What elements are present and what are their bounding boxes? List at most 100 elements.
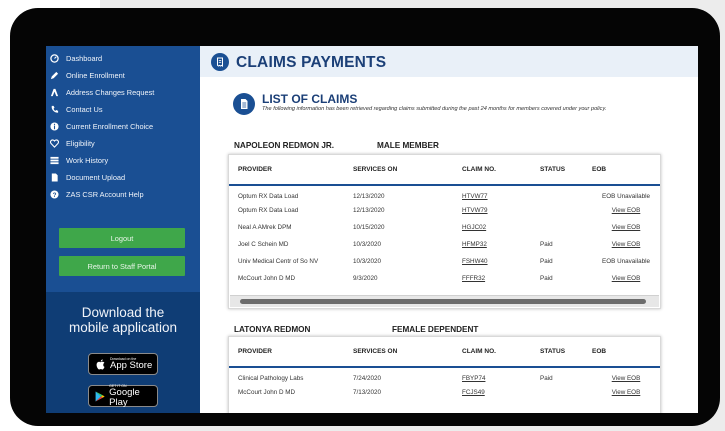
svg-text:?: ? — [52, 192, 56, 199]
column-header-claim-no: CLAIM NO. — [448, 337, 526, 368]
view-eob-link[interactable]: View EOB — [612, 375, 641, 382]
sidebar-item-label: Dashboard — [66, 54, 103, 63]
status-cell — [526, 219, 592, 236]
sidebar-item-dashboard[interactable]: Dashboard — [46, 50, 200, 67]
page-header: CLAIMS PAYMENTS — [200, 46, 698, 77]
column-header-eob: EOB — [592, 155, 660, 186]
claim-number-link[interactable]: FCJS49 — [462, 389, 485, 396]
device-screen: Dashboard Online Enrollment Address Chan… — [46, 46, 698, 413]
app-store-button[interactable]: Download on the App Store — [88, 353, 158, 375]
table-header-row: PROVIDER SERVICES ON CLAIM NO. STATUS EO… — [229, 155, 660, 186]
eob-cell: EOB Unavailable — [602, 192, 650, 200]
app-store-label: App Store — [110, 360, 153, 371]
sidebar-nav: Dashboard Online Enrollment Address Chan… — [46, 46, 200, 203]
device-frame: Dashboard Online Enrollment Address Chan… — [10, 8, 720, 426]
claims-payments-icon — [211, 53, 229, 71]
provider-cell: Clinical Pathology Labs — [238, 374, 304, 382]
sidebar-item-online-enrollment[interactable]: Online Enrollment — [46, 67, 200, 84]
sidebar-item-account-help[interactable]: ? ZAS CSR Account Help — [46, 186, 200, 203]
table-row: McCourt John D MD 7/13/2020 FCJS49 View … — [229, 384, 660, 401]
table-header-row: PROVIDER SERVICES ON CLAIM NO. STATUS EO… — [229, 337, 660, 368]
claim-number-link[interactable]: FBYP74 — [462, 375, 485, 382]
phone-icon — [49, 105, 59, 115]
sidebar-item-eligibility[interactable]: Eligibility — [46, 135, 200, 152]
list-of-claims-icon — [233, 93, 255, 115]
table-row: Optum RX Data Load 12/13/2020 HTVW79 Vie… — [229, 202, 660, 219]
column-header-claim-no: CLAIM NO. — [448, 155, 526, 186]
info-icon — [49, 122, 59, 132]
status-cell: Paid — [540, 258, 553, 265]
provider-cell: Univ Medical Centr of So NV — [238, 258, 319, 265]
column-header-provider: PROVIDER — [229, 155, 341, 186]
sidebar-item-current-enrollment[interactable]: Current Enrollment Choice — [46, 118, 200, 135]
horizontal-scrollbar[interactable] — [230, 295, 659, 307]
member-name: NAPOLEON REDMON JR. — [234, 141, 335, 150]
claim-number-link[interactable]: HTVW77 — [462, 193, 488, 200]
services-on-cell: 9/3/2020 — [353, 275, 378, 282]
view-eob-link[interactable]: View EOB — [612, 389, 641, 396]
sidebar-item-contact-us[interactable]: Contact Us — [46, 101, 200, 118]
download-app-title: Download the mobile application — [68, 305, 178, 335]
status-cell — [526, 185, 592, 202]
status-cell: Paid — [540, 241, 553, 248]
claim-number-link[interactable]: FSHW40 — [462, 258, 488, 265]
services-on-cell: 10/3/2020 — [353, 258, 382, 265]
heart-icon — [49, 139, 59, 149]
table-row: Clinical Pathology Labs 7/24/2020 FBYP74… — [229, 367, 660, 384]
provider-cell: Neal A AMrek DPM — [238, 224, 292, 231]
address-icon — [49, 88, 59, 98]
view-eob-link[interactable]: View EOB — [612, 224, 641, 231]
claim-number-link[interactable]: HFMP32 — [462, 241, 487, 248]
sidebar-item-document-upload[interactable]: Document Upload — [46, 169, 200, 186]
column-header-status: STATUS — [526, 337, 592, 368]
status-cell — [526, 202, 592, 219]
main-content: CLAIMS PAYMENTS LIST OF CLAIMS The follo… — [200, 46, 698, 413]
provider-cell: Optum RX Data Load — [238, 207, 299, 214]
pencil-icon — [49, 71, 59, 81]
provider-cell: McCourt John D MD — [238, 389, 296, 396]
claim-number-link[interactable]: HTVW79 — [462, 207, 488, 214]
view-eob-link[interactable]: View EOB — [612, 241, 641, 248]
status-cell: Paid — [540, 374, 553, 382]
sidebar-item-label: Online Enrollment — [66, 71, 125, 80]
member-type: MALE MEMBER — [377, 141, 439, 150]
claims-table: PROVIDER SERVICES ON CLAIM NO. STATUS EO… — [229, 155, 660, 287]
dashboard-icon — [49, 54, 59, 64]
table-row: Joel C Schein MD 10/3/2020 HFMP32 Paid V… — [229, 236, 660, 253]
sidebar-item-label: Document Upload — [66, 173, 126, 182]
view-eob-link[interactable]: View EOB — [612, 275, 641, 282]
sidebar-item-label: Work History — [66, 156, 109, 165]
list-of-claims-title: LIST OF CLAIMS — [262, 92, 358, 106]
claim-number-link[interactable]: HGJC02 — [462, 224, 486, 231]
services-on-cell: 12/13/2020 — [353, 192, 385, 200]
return-to-staff-portal-button[interactable]: Return to Staff Portal — [59, 256, 185, 276]
member-name: LATONYA REDMON — [234, 325, 311, 334]
status-cell — [526, 384, 592, 401]
sidebar-item-work-history[interactable]: Work History — [46, 152, 200, 169]
sidebar-item-label: Current Enrollment Choice — [66, 122, 154, 131]
apple-icon — [96, 358, 105, 370]
table-row: McCourt John D MD 9/3/2020 FFFR32 Paid V… — [229, 270, 660, 287]
scrollbar-thumb[interactable] — [240, 299, 646, 304]
claim-number-link[interactable]: FFFR32 — [462, 275, 485, 282]
document-icon — [49, 173, 59, 183]
google-play-label: Google Play — [109, 387, 140, 408]
list-icon — [49, 156, 59, 166]
sidebar-item-address-changes[interactable]: Address Changes Request — [46, 84, 200, 101]
sidebar-item-label: Contact Us — [66, 105, 103, 114]
services-on-cell: 10/15/2020 — [353, 224, 385, 231]
provider-cell: Optum RX Data Load — [238, 192, 299, 200]
claims-table-member-1: PROVIDER SERVICES ON CLAIM NO. STATUS EO… — [228, 154, 661, 309]
claims-table: PROVIDER SERVICES ON CLAIM NO. STATUS EO… — [229, 337, 660, 401]
logout-button[interactable]: Logout — [59, 228, 185, 248]
services-on-cell: 7/13/2020 — [353, 389, 382, 396]
column-header-status: STATUS — [526, 155, 592, 186]
claims-table-member-2: PROVIDER SERVICES ON CLAIM NO. STATUS EO… — [228, 336, 661, 413]
help-icon: ? — [49, 190, 59, 200]
google-play-button[interactable]: GET IT ON Google Play — [88, 384, 158, 408]
services-on-cell: 7/24/2020 — [353, 374, 382, 382]
table-row: Neal A AMrek DPM 10/15/2020 HGJC02 View … — [229, 219, 660, 236]
view-eob-link[interactable]: View EOB — [612, 207, 641, 214]
column-header-services-on: SERVICES ON — [341, 155, 448, 186]
services-on-cell: 12/13/2020 — [353, 207, 385, 214]
